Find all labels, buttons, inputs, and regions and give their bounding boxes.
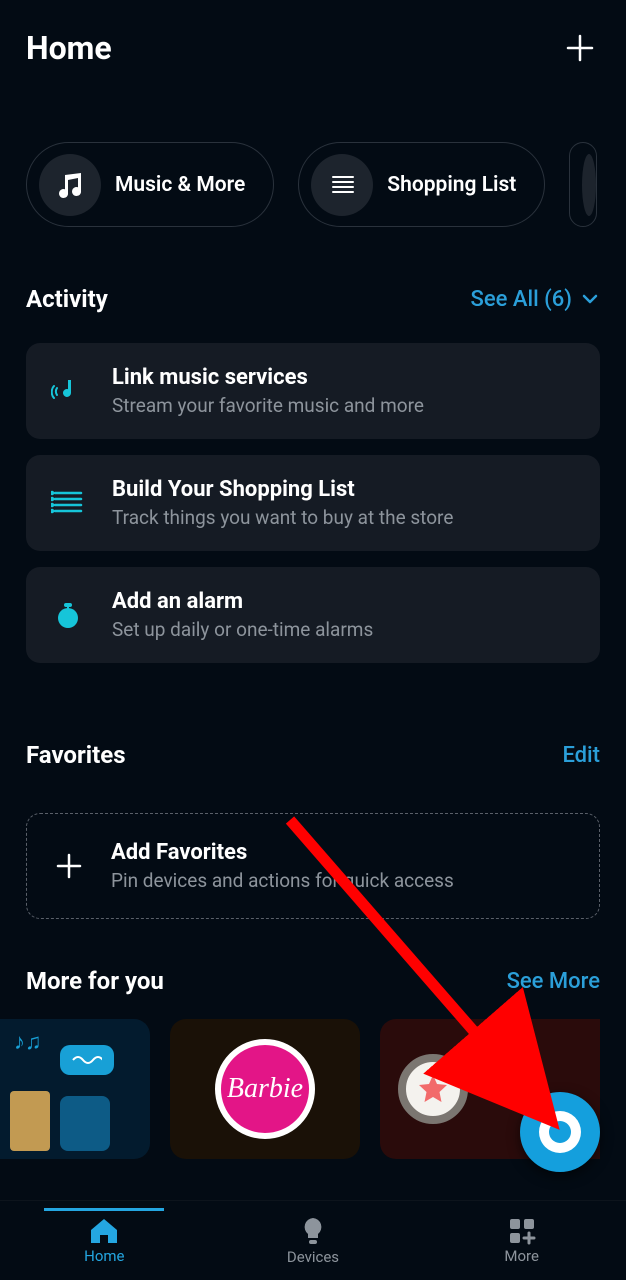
more-for-you-heading: More for you	[26, 967, 164, 995]
promo-card-alexa-devices[interactable]: ♪♫	[0, 1019, 150, 1159]
bottom-tab-bar: Home Devices More	[0, 1200, 626, 1280]
tab-more[interactable]: More	[462, 1217, 582, 1265]
speaker-icon	[10, 1091, 50, 1151]
grid-plus-icon	[508, 1217, 536, 1245]
favorites-section: Favorites Edit Add Favorites Pin devices…	[0, 741, 626, 919]
chip-label: Shopping List	[387, 173, 516, 197]
chip-overflow[interactable]	[569, 142, 597, 227]
more-for-you-header: More for you See More	[26, 967, 600, 995]
music-note-icon	[54, 169, 86, 201]
echo-device-icon	[60, 1096, 110, 1151]
barbie-label: Barbie	[227, 1073, 303, 1105]
chip-music-and-more[interactable]: Music & More	[26, 142, 274, 227]
promo-card-barbie[interactable]: Barbie	[170, 1019, 360, 1159]
favorites-header: Favorites Edit	[26, 741, 600, 769]
add-favorites-text: Add Favorites Pin devices and actions fo…	[111, 840, 454, 892]
card-subtitle: Stream your favorite music and more	[112, 394, 424, 417]
activity-see-all-link[interactable]: See All (6)	[471, 287, 600, 312]
more-for-you-see-more-link[interactable]: See More	[507, 969, 600, 994]
music-broadcast-icon	[48, 374, 88, 408]
chip-icon-circle	[311, 154, 373, 216]
star-icon	[416, 1072, 450, 1106]
tab-devices[interactable]: Devices	[253, 1216, 373, 1266]
chevron-down-icon	[580, 289, 600, 309]
chip-icon-circle	[582, 154, 596, 216]
chip-shopping-list[interactable]: Shopping List	[298, 142, 545, 227]
activity-card-link-music[interactable]: Link music services Stream your favorite…	[26, 343, 600, 439]
page-title: Home	[26, 29, 112, 67]
card-title: Add an alarm	[112, 589, 373, 614]
card-title: Build Your Shopping List	[112, 477, 453, 502]
activity-section: Activity See All (6) Link music services…	[0, 285, 626, 663]
music-notes-icon: ♪♫	[14, 1029, 42, 1055]
card-text: Add an alarm Set up daily or one-time al…	[112, 589, 373, 641]
card-text: Link music services Stream your favorite…	[112, 365, 424, 417]
home-icon	[89, 1217, 119, 1245]
add-favorites-subtitle: Pin devices and actions for quick access	[111, 869, 454, 892]
barbie-logo: Barbie	[215, 1039, 315, 1139]
list-icon	[327, 170, 357, 200]
tab-label: Devices	[287, 1248, 339, 1266]
activity-card-list: Link music services Stream your favorite…	[26, 343, 600, 663]
add-favorites-card[interactable]: Add Favorites Pin devices and actions fo…	[26, 813, 600, 919]
activity-header: Activity See All (6)	[26, 285, 600, 313]
plus-icon	[565, 33, 595, 63]
bulb-icon	[301, 1216, 325, 1246]
tab-home[interactable]: Home	[44, 1208, 164, 1265]
chip-icon-circle	[39, 154, 101, 216]
see-all-label: See All (6)	[471, 287, 572, 312]
star-badge	[398, 1054, 468, 1124]
card-subtitle: Set up daily or one-time alarms	[112, 618, 373, 641]
activity-card-add-alarm[interactable]: Add an alarm Set up daily or one-time al…	[26, 567, 600, 663]
plus-icon	[49, 851, 89, 881]
alarm-clock-icon	[48, 599, 88, 631]
chip-label: Music & More	[115, 173, 245, 197]
app-header: Home	[0, 0, 626, 86]
list-lines-icon	[48, 488, 88, 518]
tab-label: Home	[84, 1247, 124, 1265]
card-subtitle: Track things you want to buy at the stor…	[112, 506, 453, 529]
speech-bubble-icon	[60, 1045, 114, 1075]
activity-card-shopping-list[interactable]: Build Your Shopping List Track things yo…	[26, 455, 600, 551]
add-button[interactable]	[560, 28, 600, 68]
activity-heading: Activity	[26, 285, 108, 313]
card-title: Link music services	[112, 365, 424, 390]
add-favorites-title: Add Favorites	[111, 840, 454, 865]
favorites-edit-link[interactable]: Edit	[562, 743, 600, 768]
alexa-voice-button[interactable]	[520, 1092, 600, 1172]
card-text: Build Your Shopping List Track things yo…	[112, 477, 453, 529]
shortcut-chips-row[interactable]: Music & More Shopping List	[0, 86, 626, 227]
tab-label: More	[504, 1247, 539, 1265]
favorites-heading: Favorites	[26, 741, 126, 769]
